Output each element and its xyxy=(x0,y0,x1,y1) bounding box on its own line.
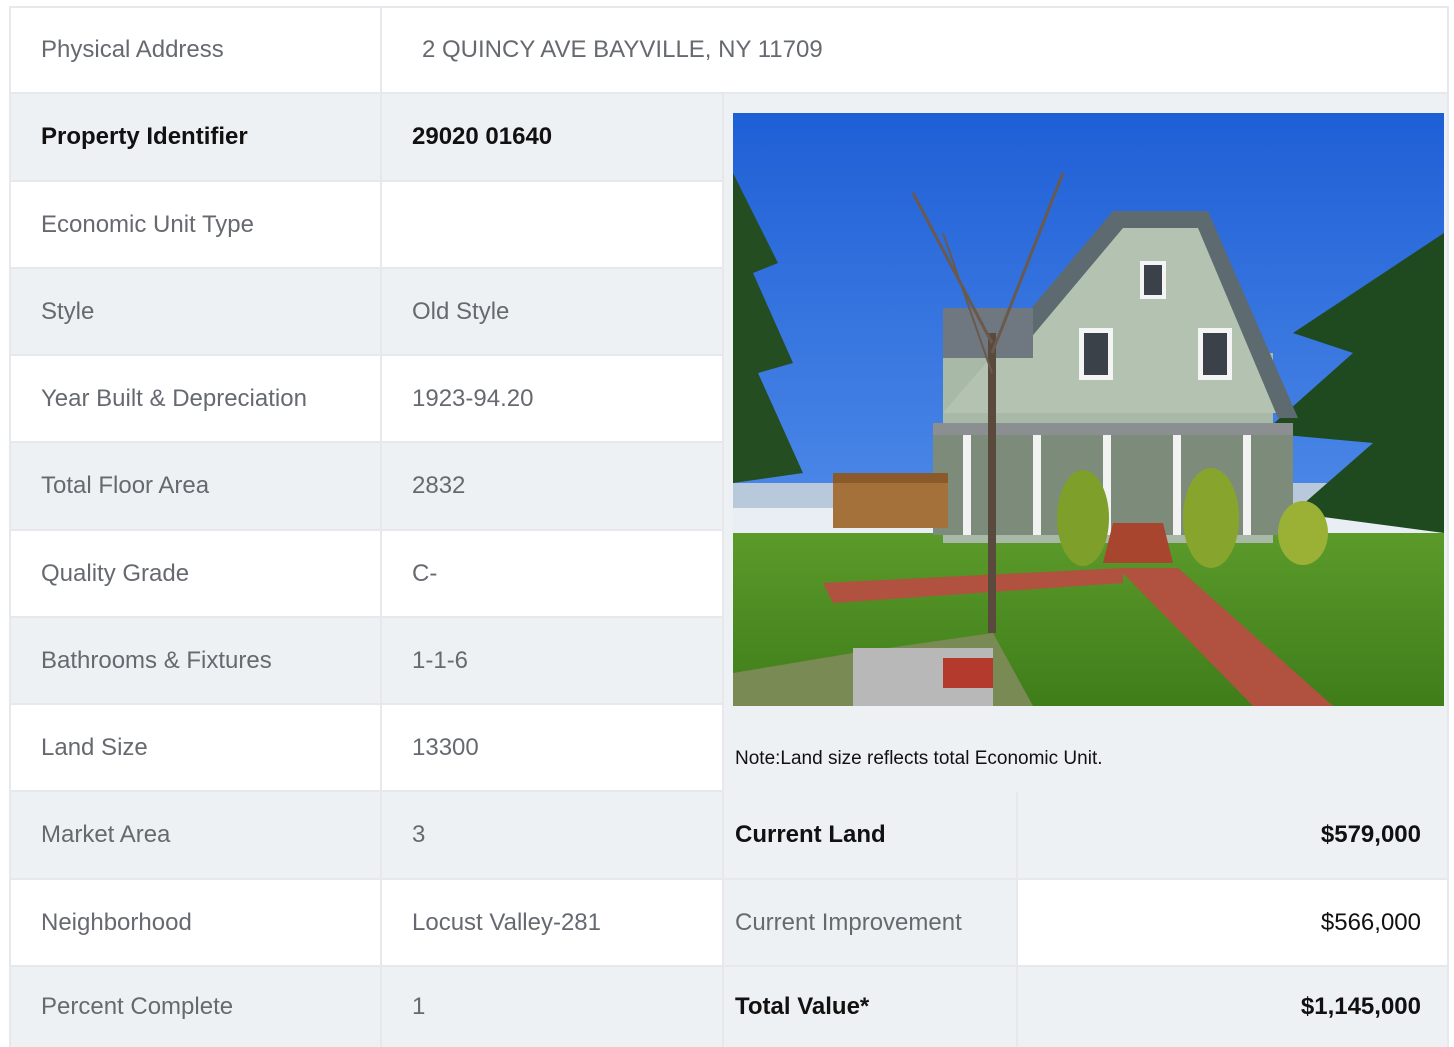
land-size-value: 13300 xyxy=(382,705,722,792)
land-size-label: Land Size xyxy=(11,705,380,792)
percent-complete-value: 1 xyxy=(382,967,722,1047)
style-label: Style xyxy=(11,269,380,356)
percent-complete-label: Percent Complete xyxy=(11,967,380,1047)
column-divider xyxy=(380,8,382,1047)
property-identifier-label: Property Identifier xyxy=(11,94,380,182)
values-divider xyxy=(1016,792,1018,1047)
total-floor-area-value: 2832 xyxy=(382,443,722,531)
quality-grade-label: Quality Grade xyxy=(11,531,380,618)
total-value-label: Total Value* xyxy=(724,967,1017,1047)
bathrooms-value: 1-1-6 xyxy=(382,618,722,705)
property-identifier-value: 29020 01640 xyxy=(382,94,722,182)
bathrooms-label: Bathrooms & Fixtures xyxy=(11,618,380,705)
style-value: Old Style xyxy=(382,269,722,356)
neighborhood-label: Neighborhood xyxy=(11,880,380,967)
property-photo xyxy=(733,113,1444,706)
current-improvement-value: $566,000 xyxy=(1017,880,1447,967)
total-floor-area-label: Total Floor Area xyxy=(11,443,380,531)
quality-grade-value: C- xyxy=(382,531,722,618)
current-improvement-label: Current Improvement xyxy=(724,880,1017,967)
neighborhood-value: Locust Valley-281 xyxy=(382,880,722,967)
economic-unit-type-value xyxy=(382,182,722,269)
land-size-note: Note:Land size reflects total Economic U… xyxy=(735,748,1103,769)
market-area-label: Market Area xyxy=(11,792,380,880)
address-value: 2 QUINCY AVE BAYVILLE, NY 11709 xyxy=(382,8,1447,94)
year-built-value: 1923-94.20 xyxy=(382,356,722,443)
total-value-value: $1,145,000 xyxy=(1017,967,1447,1047)
market-area-value: 3 xyxy=(382,792,722,880)
current-land-value: $579,000 xyxy=(1017,792,1447,880)
address-label: Physical Address xyxy=(11,8,380,94)
year-built-label: Year Built & Depreciation xyxy=(11,356,380,443)
current-land-label: Current Land xyxy=(724,792,1017,880)
economic-unit-type-label: Economic Unit Type xyxy=(11,182,380,269)
